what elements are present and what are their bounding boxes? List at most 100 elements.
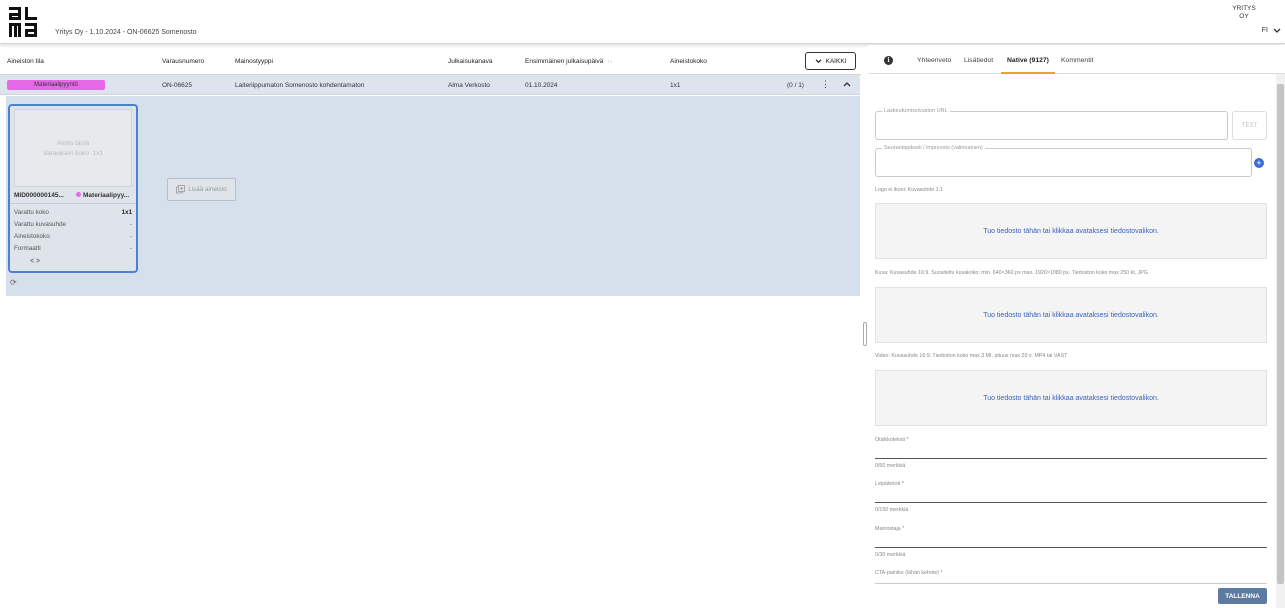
- scrollbar-thumb[interactable]: [1277, 84, 1284, 584]
- dropzone-text: Tuo tiedosto tähän tai klikkaa avatakses…: [983, 311, 1159, 319]
- company-name[interactable]: YRITYS OY: [1229, 5, 1259, 21]
- advertiser-input[interactable]: Mainostaja *: [875, 526, 1267, 548]
- card-drop-text: Aloita tästä: [56, 140, 90, 147]
- company-name-line2: OY: [1239, 13, 1249, 20]
- card-field-format: Formaatti -: [14, 245, 132, 252]
- column-header-status[interactable]: Aineiston tila: [7, 58, 44, 65]
- panel-resize-handle[interactable]: [863, 322, 867, 346]
- image-hint: Kuva: Kuvasuhde 16:9. Suositeltu kuvakok…: [875, 270, 1148, 276]
- info-icon[interactable]: i: [884, 56, 893, 65]
- publication-channel: Alma Verkosto: [448, 82, 490, 89]
- chevron-down-icon: [815, 58, 821, 63]
- card-field-material-size: Aineistokoko -: [14, 233, 132, 240]
- tab-native[interactable]: Native (9127): [1007, 57, 1049, 64]
- advertiser-label: Mainostaja *: [875, 526, 905, 532]
- status-badge: Materiaalipyyntö: [7, 80, 105, 90]
- material-size: 1x1: [670, 82, 681, 89]
- material-count: (0 / 1): [787, 82, 804, 89]
- active-tab-indicator: [1001, 72, 1055, 74]
- column-header-first-date[interactable]: Ensimmäinen julkaisupäivä ↑↓: [525, 58, 612, 65]
- cta-label: CTA-painike (lähän kehote) *: [875, 570, 943, 576]
- card-field-reserved-size: Varattu koko 1x1: [14, 209, 132, 216]
- materials-table: Aineiston tila Varausnumero Mainostyyppi…: [0, 45, 861, 608]
- logo-upload-dropzone[interactable]: Tuo tiedosto tähän tai klikkaa avatakses…: [875, 203, 1267, 259]
- card-navigation-icon[interactable]: < >: [30, 258, 40, 265]
- card-field-value: -: [129, 233, 132, 240]
- refresh-icon[interactable]: ⟳: [10, 278, 17, 287]
- reservation-number: ON-06625: [162, 82, 192, 89]
- app-header: Yritys Oy - 1.10.2024 - ON-06625 Somenos…: [0, 0, 1285, 44]
- landing-url-label: Laskeutumissivuston URL: [882, 108, 950, 114]
- column-header-first-date-label: Ensimmäinen julkaisupäivä: [525, 58, 604, 65]
- material-card[interactable]: Aloita tästä Varauksen koko: 1x1 MID0000…: [8, 104, 138, 273]
- cta-input-underline: [875, 583, 1267, 584]
- image-upload-dropzone[interactable]: Tuo tiedosto tähän tai klikkaa avatakses…: [875, 287, 1267, 343]
- scrollbar[interactable]: [1276, 74, 1285, 608]
- chevron-down-icon: [1273, 28, 1281, 33]
- tracking-pixel-input[interactable]: Seurantapikseli / impressio (valinnainen…: [875, 145, 1252, 177]
- column-header-size[interactable]: Aineistokoko: [670, 58, 707, 65]
- status-dot-icon: [76, 192, 81, 197]
- page-title: Yritys Oy - 1.10.2024 - ON-06625 Somenos…: [55, 29, 197, 36]
- advertiser-counter: 0/30 merkkiä: [875, 552, 906, 558]
- column-header-reservation[interactable]: Varausnumero: [162, 58, 204, 65]
- headline-counter: 0/50 merkkiä: [875, 463, 906, 469]
- card-field-label: Formaatti: [14, 245, 41, 252]
- logo-hint: Logo ei ikoni: Kuvasuhde 1:1: [875, 187, 944, 193]
- landing-url-input[interactable]: Laskeutumissivuston URL: [875, 108, 1228, 140]
- body-text-input-underline: [875, 502, 1267, 503]
- body-text-label: Leipäteksti *: [875, 481, 904, 487]
- table-header: Aineiston tila Varausnumero Mainostyyppi…: [0, 45, 861, 75]
- material-status-tag-label: Materiaalipyy...: [83, 192, 130, 199]
- body-text-counter: 0/150 merkkiä: [875, 507, 909, 513]
- body-text-input[interactable]: Leipäteksti *: [875, 481, 1267, 503]
- card-divider: [10, 203, 136, 204]
- show-all-label: KAIKKI: [825, 57, 847, 65]
- tab-additional-info[interactable]: Lisätiedot: [964, 57, 993, 64]
- sort-icon[interactable]: ↑↓: [607, 59, 612, 65]
- alma-logo[interactable]: [8, 6, 38, 38]
- add-material-label: Lisää aineisto: [188, 186, 227, 193]
- card-field-value: -: [129, 221, 132, 228]
- headline-input[interactable]: Otsikkoteksti *: [875, 437, 1267, 459]
- column-header-ad-type[interactable]: Mainostyyppi: [235, 58, 273, 65]
- details-panel: i Yhteenveto Lisätiedot Native (9127) Ko…: [868, 45, 1285, 608]
- first-publication-date: 01.10.2024: [525, 82, 558, 89]
- dropzone-text: Tuo tiedosto tähän tai klikkaa avatakses…: [983, 227, 1159, 235]
- advertiser-input-underline: [875, 547, 1267, 548]
- card-field-value: -: [129, 245, 132, 252]
- more-options-icon[interactable]: ⋮: [821, 80, 830, 89]
- save-button[interactable]: TALLENNA: [1218, 588, 1267, 604]
- add-library-icon: [176, 185, 186, 194]
- language-label: FI: [1261, 27, 1268, 34]
- cta-input[interactable]: CTA-painike (lähän kehote) *: [875, 570, 1267, 584]
- add-material-button[interactable]: Lisää aineisto: [167, 178, 236, 201]
- detail-tabs: i Yhteenveto Lisätiedot Native (9127) Ko…: [868, 45, 1285, 74]
- chevron-up-icon[interactable]: [843, 81, 851, 87]
- headline-label: Otsikkoteksti *: [875, 437, 909, 443]
- add-tracking-icon[interactable]: +: [1254, 158, 1264, 168]
- table-row[interactable]: Materiaalipyyntö ON-06625 Laiteriippumat…: [0, 75, 860, 95]
- tab-summary[interactable]: Yhteenveto: [917, 57, 951, 64]
- ad-type: Laiteriippumaton Somenosto kohdentamaton: [235, 82, 365, 89]
- company-name-line1: YRITYS: [1232, 5, 1256, 12]
- video-upload-dropzone[interactable]: Tuo tiedosto tähän tai klikkaa avatakses…: [875, 370, 1267, 426]
- row-expanded-content: Aloita tästä Varauksen koko: 1x1 MID0000…: [6, 96, 860, 296]
- card-field-aspect-ratio: Varattu kuvasuhde -: [14, 221, 132, 228]
- card-drop-area[interactable]: Aloita tästä Varauksen koko: 1x1: [14, 109, 132, 187]
- material-id: MID000000145...: [14, 192, 64, 199]
- card-field-label: Varattu kuvasuhde: [14, 221, 67, 228]
- column-header-channel[interactable]: Julkaisukanava: [448, 58, 492, 65]
- show-all-button[interactable]: KAIKKI: [805, 52, 856, 70]
- tab-comments[interactable]: Kommentit: [1061, 57, 1093, 64]
- headline-input-underline: [875, 458, 1267, 459]
- material-status-tag: Materiaalipyy...: [76, 192, 129, 199]
- card-field-label: Varattu koko: [14, 209, 49, 216]
- dropzone-text: Tuo tiedosto tähän tai klikkaa avatakses…: [983, 394, 1159, 402]
- language-selector[interactable]: FI: [1262, 27, 1281, 34]
- test-button[interactable]: TEST: [1232, 111, 1267, 140]
- card-field-value: 1x1: [121, 209, 132, 216]
- tracking-pixel-label: Seurantapikseli / impressio (valinnainen…: [882, 145, 985, 151]
- card-field-label: Aineistokoko: [14, 233, 50, 240]
- video-hint: Video: Kuvasuhde 16:9. Tiedoston koko ma…: [875, 353, 1068, 359]
